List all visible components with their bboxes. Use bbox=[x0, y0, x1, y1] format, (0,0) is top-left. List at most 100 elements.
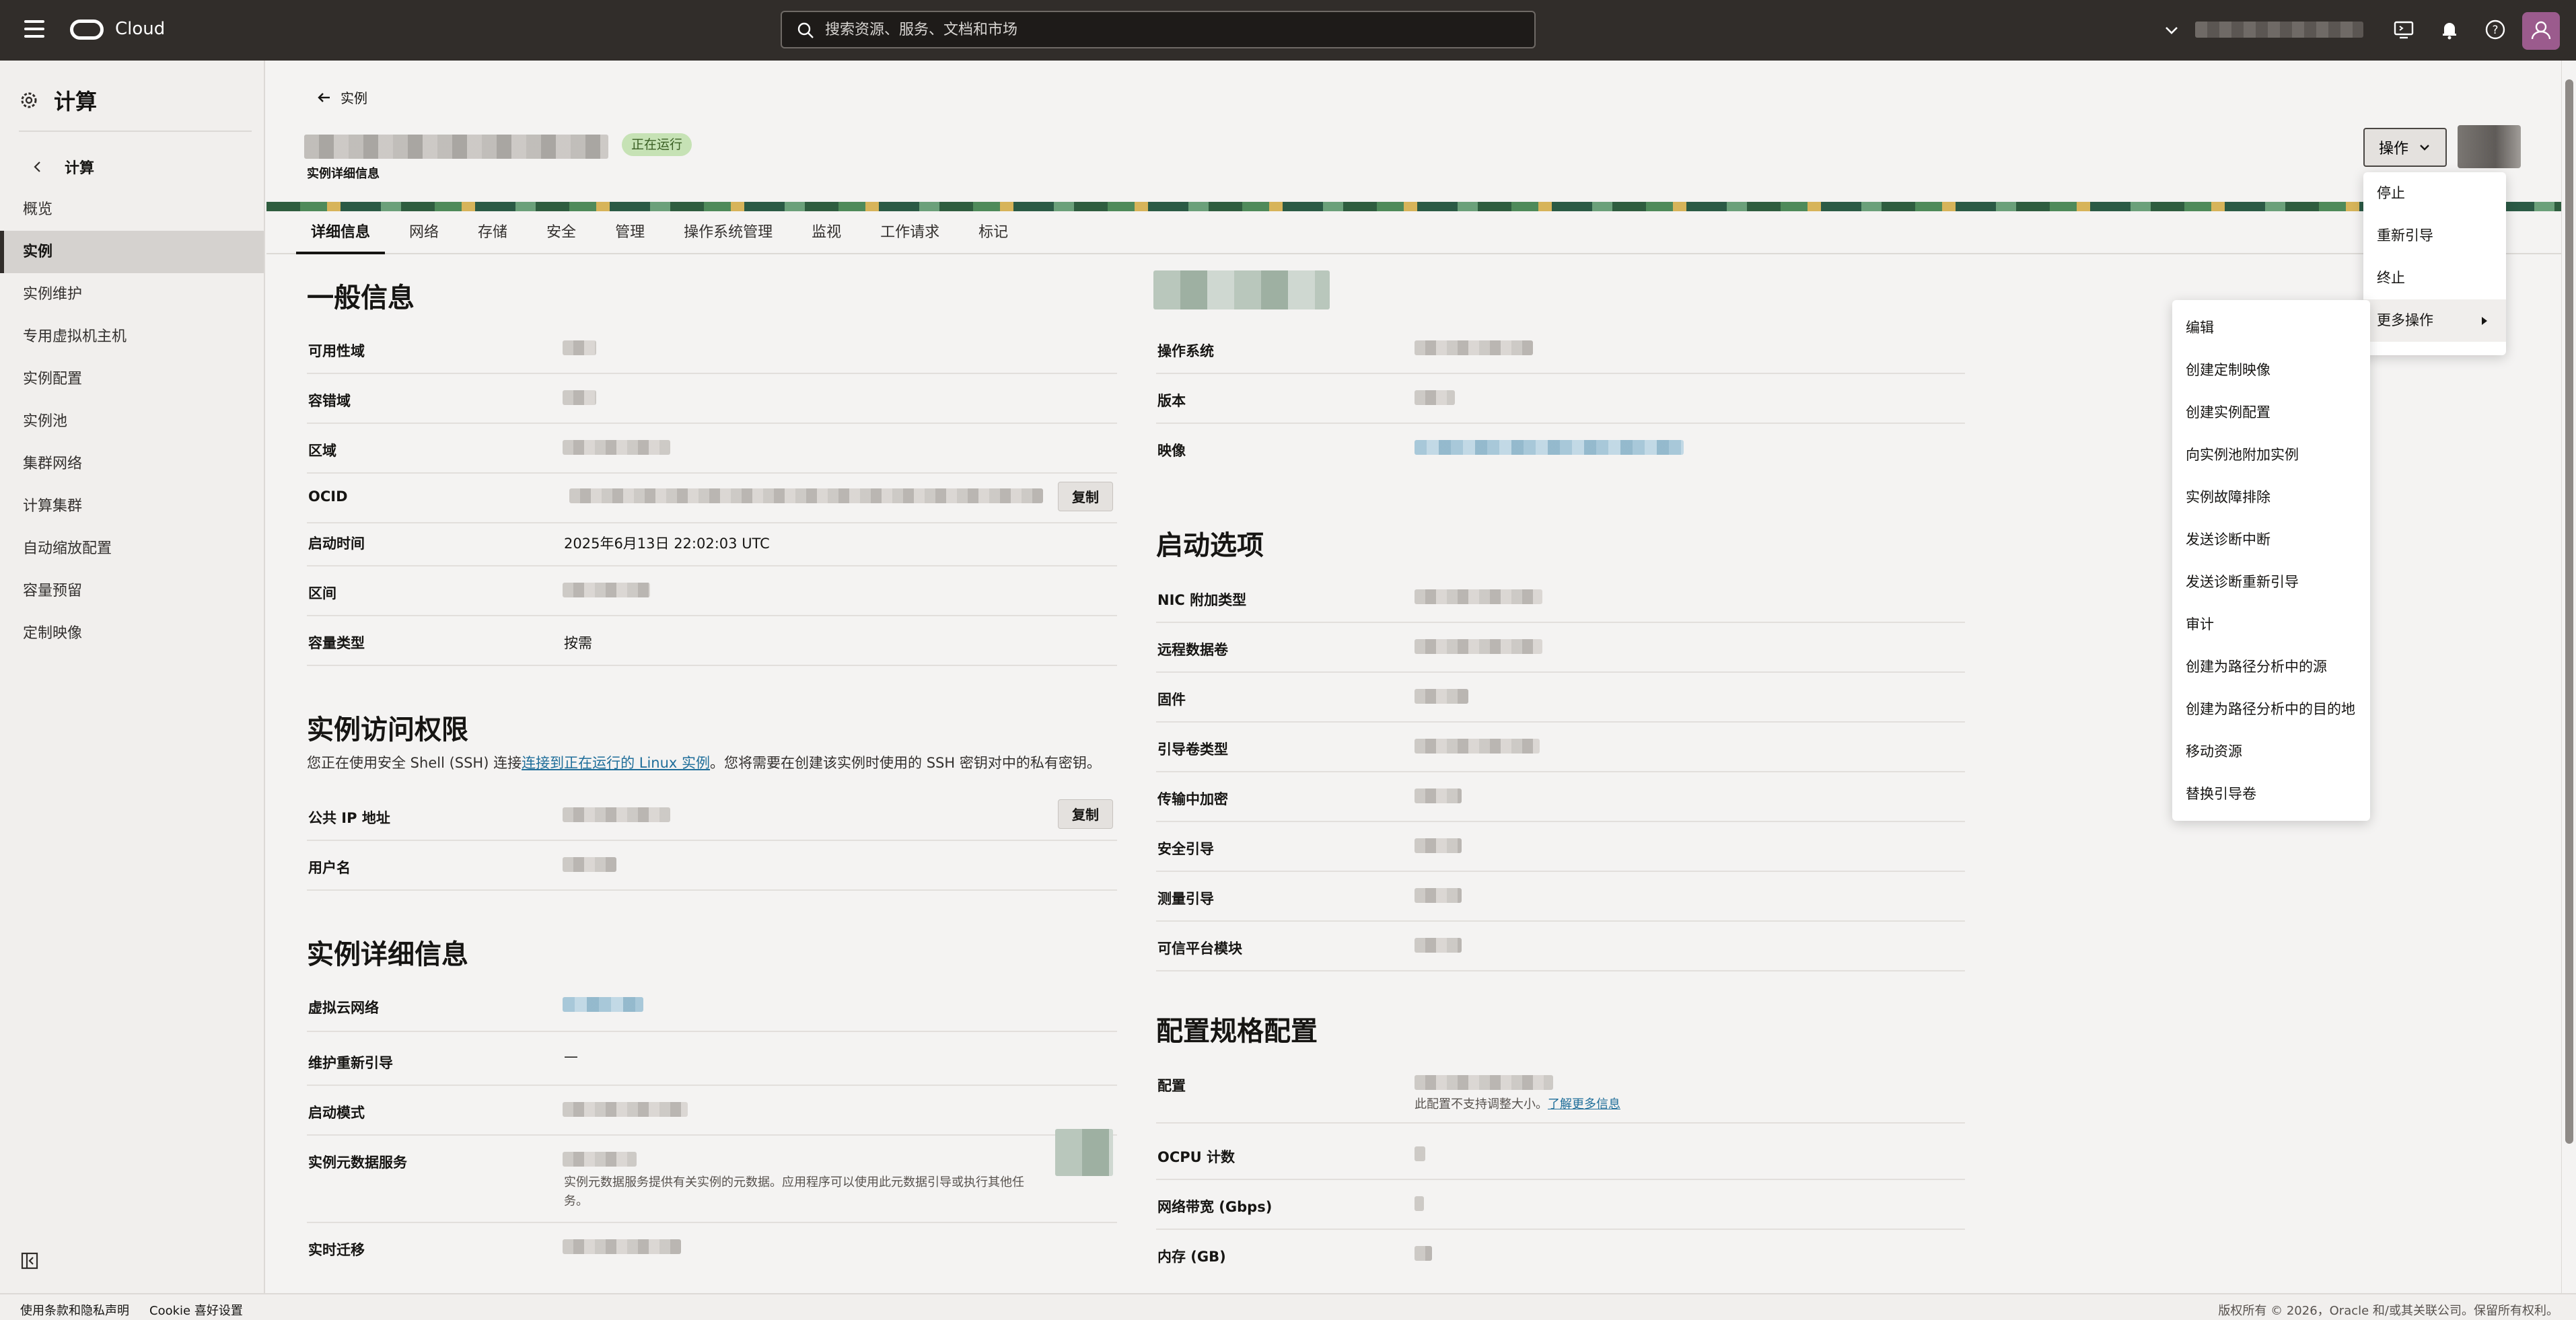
menu-item-send-diagnostic-interrupt[interactable]: 发送诊断中断 bbox=[2172, 519, 2370, 561]
field-label: 远程数据卷 bbox=[1157, 642, 1228, 658]
field-label: 操作系统 bbox=[1157, 343, 1214, 359]
menu-item-create-custom-image[interactable]: 创建定制映像 bbox=[2172, 349, 2370, 392]
actions-button[interactable]: 操作 bbox=[2363, 128, 2447, 167]
instance-details-title: 实例详细信息 bbox=[307, 939, 468, 970]
region-chevron-down-icon[interactable] bbox=[2161, 20, 2182, 40]
sidebar-item-overview[interactable]: 概览 bbox=[0, 188, 264, 231]
image-link[interactable] bbox=[1415, 440, 1684, 455]
connect-linux-instance-link[interactable]: 连接到正在运行的 Linux 实例 bbox=[522, 755, 710, 771]
field-label: 启动时间 bbox=[308, 536, 365, 552]
hamburger-menu-icon[interactable] bbox=[24, 20, 44, 38]
back-to-instances-link[interactable]: 实例 bbox=[315, 87, 367, 107]
vcn-link[interactable] bbox=[563, 997, 643, 1012]
sidebar-item-instance-configurations[interactable]: 实例配置 bbox=[0, 358, 264, 400]
learn-more-link[interactable]: 了解更多信息 bbox=[1548, 1097, 1620, 1111]
menu-item-move-resource[interactable]: 移动资源 bbox=[2172, 731, 2370, 773]
arrow-left-icon bbox=[318, 92, 330, 102]
chevron-left-icon bbox=[31, 160, 44, 174]
menu-item-send-diagnostic-reboot[interactable]: 发送诊断重新引导 bbox=[2172, 561, 2370, 603]
field-label: 公共 IP 地址 bbox=[308, 810, 390, 826]
tab-os-management[interactable]: 操作系统管理 bbox=[669, 211, 787, 254]
sidebar-item-compute-clusters[interactable]: 计算集群 bbox=[0, 485, 264, 527]
sidebar-item-autoscaling[interactable]: 自动缩放配置 bbox=[0, 527, 264, 570]
tab-work-requests[interactable]: 工作请求 bbox=[865, 211, 954, 254]
scrollbar-thumb[interactable] bbox=[2565, 79, 2573, 1144]
page-scrollbar[interactable] bbox=[2561, 61, 2576, 1293]
field-value bbox=[563, 583, 650, 597]
collapse-sidebar-icon[interactable] bbox=[20, 1251, 39, 1270]
menu-item-stop[interactable]: 停止 bbox=[2363, 172, 2506, 215]
tab-monitoring[interactable]: 监视 bbox=[797, 211, 856, 254]
copy-ip-button[interactable]: 复制 bbox=[1058, 799, 1113, 829]
menu-item-edit[interactable]: 编辑 bbox=[2172, 307, 2370, 349]
menu-item-create-instance-config[interactable]: 创建实例配置 bbox=[2172, 392, 2370, 434]
metadata-note: 实例元数据服务提供有关实例的元数据。应用程序可以使用此元数据引导或执行其他任务。 bbox=[564, 1175, 1024, 1208]
sidebar-title: 计算 bbox=[54, 89, 98, 114]
instance-name bbox=[304, 135, 608, 159]
menu-item-path-analysis-source[interactable]: 创建为路径分析中的源 bbox=[2172, 646, 2370, 688]
sidebar-back-link[interactable]: 计算 bbox=[31, 156, 94, 178]
secondary-action-button[interactable] bbox=[2458, 125, 2521, 168]
sidebar-item-capacity-reservations[interactable]: 容量预留 bbox=[0, 570, 264, 612]
field-fault-domain: 容错域 bbox=[307, 374, 1117, 424]
user-avatar-icon[interactable] bbox=[2522, 12, 2560, 50]
tab-networking[interactable]: 网络 bbox=[394, 211, 454, 254]
menu-item-troubleshoot[interactable]: 实例故障排除 bbox=[2172, 476, 2370, 519]
sidebar-item-instance-maintenance[interactable]: 实例维护 bbox=[0, 273, 264, 316]
gear-icon bbox=[19, 90, 39, 110]
sidebar-back-label: 计算 bbox=[65, 160, 95, 177]
field-label: 安全引导 bbox=[1157, 841, 1214, 857]
terms-privacy-link[interactable]: 使用条款和隐私声明 bbox=[20, 1301, 129, 1319]
sidebar-item-custom-images[interactable]: 定制映像 bbox=[0, 612, 264, 655]
field-value bbox=[563, 1152, 637, 1167]
field-ocpu-count: OCPU 计数 bbox=[1156, 1130, 1965, 1180]
field-label: 映像 bbox=[1157, 443, 1186, 459]
image-section-title bbox=[1153, 270, 1330, 309]
sidebar-item-cluster-networks[interactable]: 集群网络 bbox=[0, 443, 264, 485]
search-box[interactable] bbox=[781, 11, 1536, 48]
field-label: 测量引导 bbox=[1157, 891, 1214, 907]
field-label: OCPU 计数 bbox=[1157, 1149, 1236, 1165]
menu-item-path-analysis-destination[interactable]: 创建为路径分析中的目的地 bbox=[2172, 688, 2370, 731]
menu-item-replace-boot-volume[interactable]: 替换引导卷 bbox=[2172, 773, 2370, 815]
menu-item-audit[interactable]: 审计 bbox=[2172, 603, 2370, 646]
help-icon[interactable]: ? bbox=[2483, 17, 2507, 42]
region-selector[interactable] bbox=[2195, 22, 2363, 38]
sidebar-item-instance-pools[interactable]: 实例池 bbox=[0, 400, 264, 443]
field-label: NIC 附加类型 bbox=[1157, 592, 1247, 608]
field-label: 容量类型 bbox=[308, 635, 365, 651]
menu-item-more-actions[interactable]: 更多操作 bbox=[2363, 299, 2506, 342]
menu-item-reboot[interactable]: 重新引导 bbox=[2363, 215, 2506, 257]
tab-details[interactable]: 详细信息 bbox=[296, 211, 386, 254]
field-value bbox=[1415, 888, 1462, 903]
oracle-logo-icon[interactable] bbox=[70, 20, 104, 40]
cookie-preferences-link[interactable]: Cookie 喜好设置 bbox=[149, 1301, 243, 1319]
notification-bell-icon[interactable] bbox=[2437, 17, 2462, 42]
brand-name[interactable]: Cloud bbox=[115, 19, 165, 39]
tab-storage[interactable]: 存储 bbox=[463, 211, 522, 254]
tab-management[interactable]: 管理 bbox=[600, 211, 659, 254]
field-value bbox=[1415, 1196, 1424, 1211]
copyright-text: 版权所有 © 2026，Oracle 和/或其关联公司。保留所有权利。 bbox=[2218, 1304, 2559, 1318]
field-value bbox=[1415, 938, 1462, 953]
copy-ocid-button[interactable]: 复制 bbox=[1058, 482, 1113, 511]
field-boot-volume-type: 引导卷类型 bbox=[1156, 723, 1965, 772]
edit-metadata-button[interactable] bbox=[1055, 1129, 1113, 1176]
field-maintenance-reboot: 维护重新引导 — bbox=[307, 1036, 1117, 1086]
field-value bbox=[1415, 838, 1462, 853]
menu-item-attach-to-pool[interactable]: 向实例池附加实例 bbox=[2172, 434, 2370, 476]
sidebar: 计算 计算 概览 实例 实例维护 专用虚拟机主机 实例配置 实例池 集群网络 计… bbox=[0, 61, 265, 1293]
search-input[interactable] bbox=[825, 12, 1525, 47]
more-actions-label: 更多操作 bbox=[2377, 312, 2433, 328]
sidebar-item-dedicated-vm-hosts[interactable]: 专用虚拟机主机 bbox=[0, 316, 264, 358]
field-memory: 内存 (GB) bbox=[1156, 1230, 1965, 1273]
tab-tags[interactable]: 标记 bbox=[964, 211, 1023, 254]
menu-item-terminate[interactable]: 终止 bbox=[2363, 257, 2506, 299]
field-label: 网络带宽 (Gbps) bbox=[1157, 1199, 1273, 1215]
cloud-shell-icon[interactable] bbox=[2392, 17, 2416, 42]
field-value bbox=[1415, 1246, 1432, 1261]
field-metadata-service: 实例元数据服务 实例元数据服务提供有关实例的元数据。应用程序可以使用此元数据引导… bbox=[307, 1129, 1117, 1223]
sidebar-item-instances[interactable]: 实例 bbox=[0, 231, 264, 273]
more-actions-menu: 编辑 创建定制映像 创建实例配置 向实例池附加实例 实例故障排除 发送诊断中断 … bbox=[2172, 300, 2370, 821]
tab-security[interactable]: 安全 bbox=[532, 211, 591, 254]
